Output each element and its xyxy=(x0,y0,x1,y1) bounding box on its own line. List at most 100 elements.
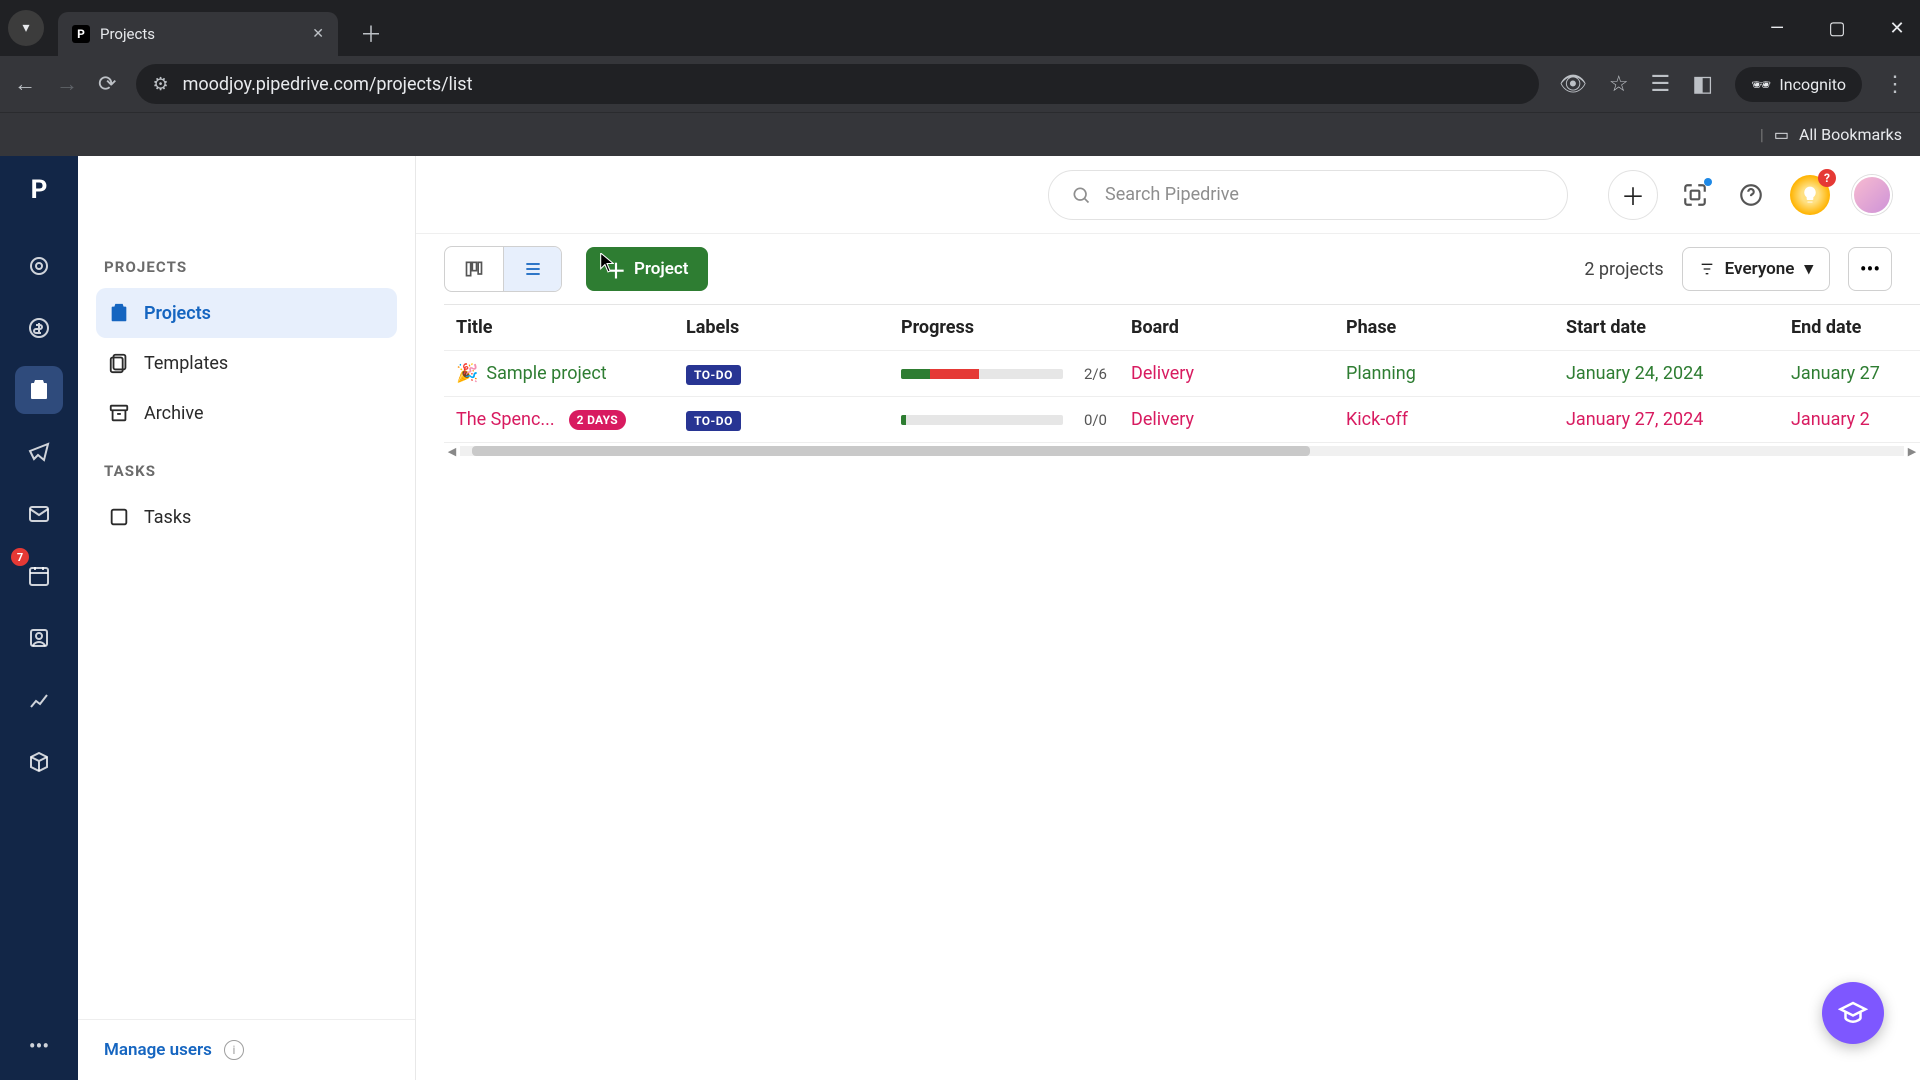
label-chip[interactable]: TO-DO xyxy=(686,365,741,385)
col-header-progress[interactable]: Progress xyxy=(889,317,1119,338)
end-date-cell: January 27 xyxy=(1779,363,1909,384)
address-bar[interactable]: ⚙ moodjoy.pipedrive.com/projects/list xyxy=(136,64,1538,104)
rail-item-activities[interactable]: 7 xyxy=(15,552,63,600)
project-emoji: 🎉 xyxy=(456,363,478,384)
toolbar-more-button[interactable]: ••• xyxy=(1848,247,1892,291)
reading-list-icon[interactable]: ☰ xyxy=(1651,72,1671,97)
project-title-link[interactable]: Sample project xyxy=(486,363,606,384)
all-bookmarks-button[interactable]: All Bookmarks xyxy=(1799,125,1902,144)
help-fab[interactable] xyxy=(1822,982,1884,1044)
search-icon xyxy=(1071,185,1091,205)
col-header-end[interactable]: End date xyxy=(1779,317,1909,338)
window-minimize-button[interactable]: — xyxy=(1762,18,1792,39)
rail-item-contacts[interactable] xyxy=(15,614,63,662)
browser-toolbar: ← → ⟳ ⚙ moodjoy.pipedrive.com/projects/l… xyxy=(0,56,1920,112)
horizontal-scrollbar[interactable]: ◀ ▶ xyxy=(444,443,1920,459)
rail-item-campaigns[interactable] xyxy=(15,428,63,476)
sidebar-item-archive[interactable]: Archive xyxy=(96,388,397,438)
row-actions-button[interactable]: ••• xyxy=(1909,407,1920,432)
board-cell[interactable]: Delivery xyxy=(1119,409,1334,430)
info-icon[interactable]: i xyxy=(224,1040,244,1060)
sidebar-item-label: Projects xyxy=(144,303,211,324)
app-header: Projects / Projects Search Pipedrive ＋ xyxy=(416,156,1920,234)
scroll-right-arrow[interactable]: ▶ xyxy=(1904,445,1920,458)
window-maximize-button[interactable]: ▢ xyxy=(1822,18,1852,39)
bookmark-star-icon[interactable]: ☆ xyxy=(1609,72,1629,97)
table-row[interactable]: 🎉 Sample project TO-DO 2/6 Delivery Plan… xyxy=(444,351,1920,397)
chrome-menu-button[interactable]: ⋮ xyxy=(1884,72,1906,97)
col-header-title[interactable]: Title xyxy=(444,317,674,338)
rail-item-more[interactable]: ••• xyxy=(15,1032,63,1080)
board-cell[interactable]: Delivery xyxy=(1119,363,1334,384)
nav-back-button[interactable]: ← xyxy=(14,71,36,97)
project-title-link[interactable]: The Spenc... xyxy=(456,409,555,430)
end-date-cell: January 2 xyxy=(1779,409,1909,430)
projects-table: Title Labels Progress Board Phase Start … xyxy=(416,304,1920,1080)
rail-activities-badge: 7 xyxy=(11,548,29,566)
rail-item-mail[interactable] xyxy=(15,490,63,538)
search-input[interactable]: Search Pipedrive xyxy=(1048,170,1568,220)
bookmarks-bar: | ▭ All Bookmarks xyxy=(0,112,1920,156)
user-avatar[interactable] xyxy=(1852,175,1892,215)
pipedrive-logo[interactable]: P xyxy=(17,168,61,212)
tab-close-icon[interactable]: ✕ xyxy=(312,26,324,42)
browser-tab[interactable]: P Projects ✕ xyxy=(58,12,338,56)
row-actions-button[interactable]: ••• xyxy=(1909,361,1920,386)
rail-item-insights[interactable] xyxy=(15,676,63,724)
board-icon xyxy=(464,259,484,279)
nav-forward-button[interactable]: → xyxy=(56,71,78,97)
new-project-label: Project xyxy=(634,259,688,279)
rail-item-focus[interactable] xyxy=(15,242,63,290)
clipboard-icon xyxy=(108,302,130,324)
progress-text: 2/6 xyxy=(1073,365,1107,383)
owner-filter-button[interactable]: Everyone ▾ xyxy=(1682,247,1830,291)
help-icon[interactable] xyxy=(1734,178,1768,212)
sidebar-item-tasks[interactable]: Tasks xyxy=(96,492,397,542)
board-view-button[interactable] xyxy=(445,247,503,291)
sidebar-footer: Manage users i xyxy=(78,1019,415,1080)
rail-item-projects[interactable] xyxy=(15,366,63,414)
scroll-thumb[interactable] xyxy=(472,446,1310,456)
rail-item-products[interactable] xyxy=(15,738,63,786)
rail-item-deals[interactable] xyxy=(15,304,63,352)
col-header-start[interactable]: Start date xyxy=(1554,317,1779,338)
scroll-left-arrow[interactable]: ◀ xyxy=(444,445,460,458)
marketplace-icon[interactable] xyxy=(1678,178,1712,212)
nav-reload-button[interactable]: ⟳ xyxy=(98,72,116,97)
tracking-protection-icon[interactable]: 👁 xyxy=(1559,72,1587,97)
scroll-track[interactable] xyxy=(460,446,1904,456)
owner-filter-label: Everyone xyxy=(1725,259,1795,279)
window-close-button[interactable]: ✕ xyxy=(1882,18,1912,39)
sales-assistant-icon[interactable] xyxy=(1790,175,1830,215)
table-toolbar: ＋ Project 2 projects Everyone ▾ ••• xyxy=(416,234,1920,304)
new-project-button[interactable]: ＋ Project xyxy=(586,247,708,291)
new-tab-button[interactable]: ＋ xyxy=(360,17,382,49)
folder-icon: ▭ xyxy=(1774,125,1789,144)
table-row[interactable]: The Spenc... 2 DAYS TO-DO 0/0 Delivery K… xyxy=(444,397,1920,443)
view-switcher xyxy=(444,246,562,292)
table-header-row: Title Labels Progress Board Phase Start … xyxy=(444,305,1920,351)
phase-cell[interactable]: Kick-off xyxy=(1334,409,1554,430)
tab-title: Projects xyxy=(100,25,302,43)
project-count: 2 projects xyxy=(1584,259,1663,280)
site-settings-icon[interactable]: ⚙ xyxy=(152,74,168,95)
manage-users-link[interactable]: Manage users xyxy=(104,1040,212,1060)
global-add-button[interactable]: ＋ xyxy=(1608,170,1658,220)
col-header-phase[interactable]: Phase xyxy=(1334,317,1554,338)
phase-cell[interactable]: Planning xyxy=(1334,363,1554,384)
overdue-badge: 2 DAYS xyxy=(569,410,626,430)
templates-icon xyxy=(108,352,130,374)
incognito-icon: 🕶 xyxy=(1751,75,1771,94)
list-view-button[interactable] xyxy=(503,247,561,291)
col-header-board[interactable]: Board xyxy=(1119,317,1334,338)
table-settings-button[interactable] xyxy=(1909,319,1920,337)
sidebar-item-templates[interactable]: Templates xyxy=(96,338,397,388)
side-panel-icon[interactable]: ◧ xyxy=(1692,72,1713,97)
incognito-indicator[interactable]: 🕶 Incognito xyxy=(1735,67,1862,102)
tab-search-dropdown[interactable]: ▾ xyxy=(8,10,44,46)
sidebar-item-projects[interactable]: Projects xyxy=(96,288,397,338)
progress-bar xyxy=(901,369,1063,379)
label-chip[interactable]: TO-DO xyxy=(686,411,741,431)
col-header-labels[interactable]: Labels xyxy=(674,317,889,338)
list-icon xyxy=(523,259,543,279)
